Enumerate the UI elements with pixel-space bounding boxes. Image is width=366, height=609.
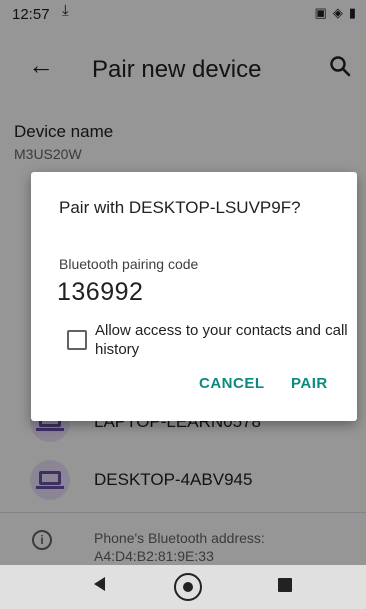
contacts-access-label[interactable]: Allow access to your contacts and call h… [95,321,355,359]
cancel-button[interactable]: CANCEL [199,375,265,392]
pair-button[interactable]: PAIR [291,375,328,392]
nav-home-icon[interactable] [174,573,202,601]
pairing-code-label: Bluetooth pairing code [59,256,199,272]
nav-back-icon[interactable] [94,577,105,591]
dialog-title: Pair with DESKTOP-LSUVP9F? [59,198,301,217]
pairing-code: 136992 [57,278,144,306]
pairing-dialog: Pair with DESKTOP-LSUVP9F? Bluetooth pai… [31,172,357,421]
navigation-bar [0,565,366,609]
settings-screen: 12:57 ⤓ ▣◈▮ ← Pair new device Device nam… [0,0,366,609]
nav-recents-icon[interactable] [278,578,292,592]
contacts-access-checkbox[interactable] [67,330,87,350]
